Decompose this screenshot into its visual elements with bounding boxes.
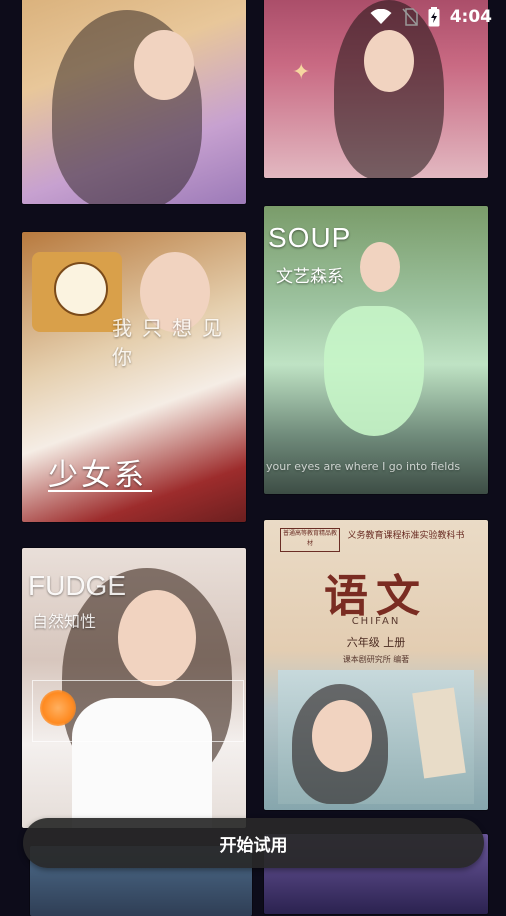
textbook-publisher: 课本剧研究所 编著 bbox=[342, 655, 410, 664]
overlay-wish-text: 我只想见你 bbox=[112, 316, 232, 369]
no-sim-icon bbox=[402, 8, 418, 26]
template-card-3[interactable]: 我只想见你 少女系 bbox=[22, 232, 246, 522]
face-shape bbox=[364, 30, 414, 92]
face-shape bbox=[118, 590, 196, 686]
textbook-subtitle: CHIFAN bbox=[351, 616, 401, 627]
status-time: 4:04 bbox=[449, 7, 492, 27]
style-caption: your eyes are where I go into fields bbox=[266, 460, 461, 473]
label-underline bbox=[48, 490, 152, 492]
face-shape bbox=[360, 242, 400, 292]
textbook-title: 语文 bbox=[324, 571, 428, 622]
dress-shape bbox=[324, 306, 424, 436]
battery-charging-icon bbox=[428, 7, 440, 27]
template-card-1[interactable] bbox=[22, 0, 246, 204]
template-grid: ✦ 我只想见你 少女系 SOUP 文艺森系 your eyes are wher… bbox=[0, 0, 506, 916]
inset-photo bbox=[278, 670, 474, 804]
template-card-4[interactable]: SOUP 文艺森系 your eyes are where I go into … bbox=[264, 206, 488, 494]
clock-face bbox=[54, 262, 108, 316]
start-trial-button[interactable]: 开始试用 bbox=[23, 818, 484, 868]
style-subtitle: 文艺森系 bbox=[276, 267, 344, 287]
template-card-5[interactable]: FUDGE 自然知性 bbox=[22, 548, 246, 828]
style-label: 少女系 bbox=[48, 458, 147, 493]
face-shape bbox=[312, 700, 372, 772]
wifi-icon bbox=[370, 9, 392, 24]
sparkle-icon: ✦ bbox=[292, 60, 311, 85]
style-subtitle: 自然知性 bbox=[32, 612, 97, 631]
book-shape bbox=[412, 687, 466, 779]
style-title: FUDGE bbox=[28, 570, 126, 601]
template-card-6[interactable]: 普通高等教育精品教材 义务教育课程标准实验教科书 语文 CHIFAN 六年级 上… bbox=[264, 520, 488, 810]
face-shape bbox=[134, 30, 194, 100]
style-title: SOUP bbox=[268, 222, 352, 253]
frame-border bbox=[32, 680, 244, 742]
status-bar: 4:04 bbox=[292, 0, 506, 34]
textbook-header: 义务教育课程标准实验教科书 bbox=[347, 531, 465, 541]
textbook-grade: 六年级 上册 bbox=[346, 636, 406, 649]
